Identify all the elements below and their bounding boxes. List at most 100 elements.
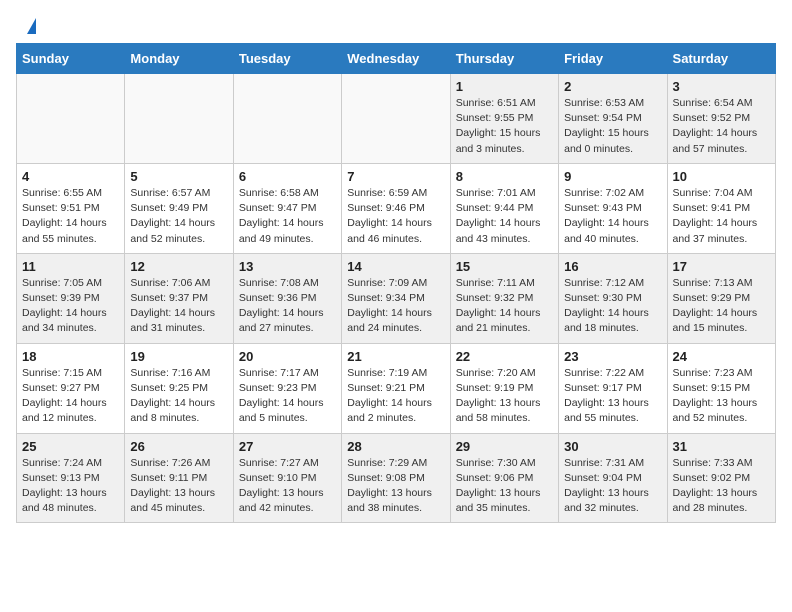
- calendar-cell: 18 Sunrise: 7:15 AM Sunset: 9:27 PM Dayli…: [17, 343, 125, 433]
- day-number: 30: [564, 439, 661, 454]
- day-number: 5: [130, 169, 227, 184]
- calendar-cell: 8 Sunrise: 7:01 AM Sunset: 9:44 PM Daylig…: [450, 163, 558, 253]
- calendar-cell: 25 Sunrise: 7:24 AM Sunset: 9:13 PM Dayli…: [17, 433, 125, 523]
- day-number: 8: [456, 169, 553, 184]
- weekday-friday: Friday: [559, 44, 667, 74]
- calendar-cell: 30 Sunrise: 7:31 AM Sunset: 9:04 PM Dayli…: [559, 433, 667, 523]
- calendar-week-row: 11 Sunrise: 7:05 AM Sunset: 9:39 PM Dayli…: [17, 253, 776, 343]
- calendar-container: SundayMondayTuesdayWednesdayThursdayFrid…: [0, 43, 792, 539]
- day-info: Sunrise: 7:19 AM Sunset: 9:21 PM Dayligh…: [347, 366, 444, 427]
- day-number: 14: [347, 259, 444, 274]
- day-info: Sunrise: 7:30 AM Sunset: 9:06 PM Dayligh…: [456, 456, 553, 517]
- calendar-cell: 28 Sunrise: 7:29 AM Sunset: 9:08 PM Dayli…: [342, 433, 450, 523]
- day-number: 22: [456, 349, 553, 364]
- day-info: Sunrise: 6:53 AM Sunset: 9:54 PM Dayligh…: [564, 96, 661, 157]
- day-number: 11: [22, 259, 119, 274]
- calendar-cell: [17, 74, 125, 164]
- day-info: Sunrise: 7:29 AM Sunset: 9:08 PM Dayligh…: [347, 456, 444, 517]
- calendar-header: SundayMondayTuesdayWednesdayThursdayFrid…: [17, 44, 776, 74]
- day-info: Sunrise: 7:17 AM Sunset: 9:23 PM Dayligh…: [239, 366, 336, 427]
- calendar-cell: 12Sunrise: 7:06 AM Sunset: 9:37 PM Dayli…: [125, 253, 233, 343]
- day-info: Sunrise: 7:08 AM Sunset: 9:36 PM Dayligh…: [239, 276, 336, 337]
- day-number: 31: [673, 439, 770, 454]
- day-number: 18: [22, 349, 119, 364]
- day-info: Sunrise: 6:59 AM Sunset: 9:46 PM Dayligh…: [347, 186, 444, 247]
- day-number: 16: [564, 259, 661, 274]
- day-info: Sunrise: 7:15 AM Sunset: 9:27 PM Dayligh…: [22, 366, 119, 427]
- calendar-cell: 1 Sunrise: 6:51 AM Sunset: 9:55 PM Daylig…: [450, 74, 558, 164]
- day-info: Sunrise: 7:05 AM Sunset: 9:39 PM Dayligh…: [22, 276, 119, 337]
- day-info: Sunrise: 7:26 AM Sunset: 9:11 PM Dayligh…: [130, 456, 227, 517]
- day-number: 2: [564, 79, 661, 94]
- day-number: 28: [347, 439, 444, 454]
- day-number: 29: [456, 439, 553, 454]
- day-info: Sunrise: 6:54 AM Sunset: 9:52 PM Dayligh…: [673, 96, 770, 157]
- day-number: 21: [347, 349, 444, 364]
- page-header: [0, 0, 792, 43]
- day-number: 9: [564, 169, 661, 184]
- calendar-cell: 14Sunrise: 7:09 AM Sunset: 9:34 PM Dayli…: [342, 253, 450, 343]
- calendar-cell: 19 Sunrise: 7:16 AM Sunset: 9:25 PM Dayli…: [125, 343, 233, 433]
- day-number: 3: [673, 79, 770, 94]
- logo-triangle-icon: [27, 18, 36, 34]
- day-info: Sunrise: 7:23 AM Sunset: 9:15 PM Dayligh…: [673, 366, 770, 427]
- day-info: Sunrise: 7:22 AM Sunset: 9:17 PM Dayligh…: [564, 366, 661, 427]
- calendar-cell: 21 Sunrise: 7:19 AM Sunset: 9:21 PM Dayli…: [342, 343, 450, 433]
- weekday-monday: Monday: [125, 44, 233, 74]
- logo: [24, 18, 36, 33]
- day-number: 24: [673, 349, 770, 364]
- day-info: Sunrise: 7:33 AM Sunset: 9:02 PM Dayligh…: [673, 456, 770, 517]
- day-info: Sunrise: 7:16 AM Sunset: 9:25 PM Dayligh…: [130, 366, 227, 427]
- weekday-saturday: Saturday: [667, 44, 775, 74]
- day-info: Sunrise: 7:11 AM Sunset: 9:32 PM Dayligh…: [456, 276, 553, 337]
- calendar-cell: 23Sunrise: 7:22 AM Sunset: 9:17 PM Dayli…: [559, 343, 667, 433]
- calendar-cell: 24 Sunrise: 7:23 AM Sunset: 9:15 PM Dayli…: [667, 343, 775, 433]
- day-number: 25: [22, 439, 119, 454]
- calendar-cell: 15 Sunrise: 7:11 AM Sunset: 9:32 PM Dayli…: [450, 253, 558, 343]
- day-number: 15: [456, 259, 553, 274]
- day-number: 27: [239, 439, 336, 454]
- calendar-table: SundayMondayTuesdayWednesdayThursdayFrid…: [16, 43, 776, 523]
- calendar-cell: 3 Sunrise: 6:54 AM Sunset: 9:52 PM Daylig…: [667, 74, 775, 164]
- day-info: Sunrise: 6:51 AM Sunset: 9:55 PM Dayligh…: [456, 96, 553, 157]
- calendar-cell: 5 Sunrise: 6:57 AM Sunset: 9:49 PM Daylig…: [125, 163, 233, 253]
- day-number: 20: [239, 349, 336, 364]
- day-number: 7: [347, 169, 444, 184]
- calendar-cell: 9 Sunrise: 7:02 AM Sunset: 9:43 PM Daylig…: [559, 163, 667, 253]
- day-info: Sunrise: 7:27 AM Sunset: 9:10 PM Dayligh…: [239, 456, 336, 517]
- day-info: Sunrise: 7:12 AM Sunset: 9:30 PM Dayligh…: [564, 276, 661, 337]
- calendar-cell: 13 Sunrise: 7:08 AM Sunset: 9:36 PM Dayli…: [233, 253, 341, 343]
- day-info: Sunrise: 6:55 AM Sunset: 9:51 PM Dayligh…: [22, 186, 119, 247]
- day-number: 13: [239, 259, 336, 274]
- day-info: Sunrise: 7:13 AM Sunset: 9:29 PM Dayligh…: [673, 276, 770, 337]
- calendar-cell: 17Sunrise: 7:13 AM Sunset: 9:29 PM Dayli…: [667, 253, 775, 343]
- calendar-week-row: 18 Sunrise: 7:15 AM Sunset: 9:27 PM Dayli…: [17, 343, 776, 433]
- day-info: Sunrise: 6:58 AM Sunset: 9:47 PM Dayligh…: [239, 186, 336, 247]
- calendar-cell: 16 Sunrise: 7:12 AM Sunset: 9:30 PM Dayli…: [559, 253, 667, 343]
- calendar-cell: [233, 74, 341, 164]
- calendar-cell: 26 Sunrise: 7:26 AM Sunset: 9:11 PM Dayli…: [125, 433, 233, 523]
- calendar-cell: 11 Sunrise: 7:05 AM Sunset: 9:39 PM Dayli…: [17, 253, 125, 343]
- calendar-cell: 2 Sunrise: 6:53 AM Sunset: 9:54 PM Daylig…: [559, 74, 667, 164]
- calendar-cell: 27 Sunrise: 7:27 AM Sunset: 9:10 PM Dayli…: [233, 433, 341, 523]
- calendar-cell: 7 Sunrise: 6:59 AM Sunset: 9:46 PM Daylig…: [342, 163, 450, 253]
- day-number: 10: [673, 169, 770, 184]
- day-info: Sunrise: 6:57 AM Sunset: 9:49 PM Dayligh…: [130, 186, 227, 247]
- day-info: Sunrise: 7:01 AM Sunset: 9:44 PM Dayligh…: [456, 186, 553, 247]
- calendar-cell: 22Sunrise: 7:20 AM Sunset: 9:19 PM Dayli…: [450, 343, 558, 433]
- calendar-week-row: 25 Sunrise: 7:24 AM Sunset: 9:13 PM Dayli…: [17, 433, 776, 523]
- day-number: 6: [239, 169, 336, 184]
- calendar-cell: 10 Sunrise: 7:04 AM Sunset: 9:41 PM Dayli…: [667, 163, 775, 253]
- calendar-body: 1 Sunrise: 6:51 AM Sunset: 9:55 PM Daylig…: [17, 74, 776, 523]
- day-info: Sunrise: 7:24 AM Sunset: 9:13 PM Dayligh…: [22, 456, 119, 517]
- weekday-sunday: Sunday: [17, 44, 125, 74]
- day-info: Sunrise: 7:02 AM Sunset: 9:43 PM Dayligh…: [564, 186, 661, 247]
- calendar-cell: 4Sunrise: 6:55 AM Sunset: 9:51 PM Daylig…: [17, 163, 125, 253]
- day-number: 19: [130, 349, 227, 364]
- calendar-cell: [342, 74, 450, 164]
- day-info: Sunrise: 7:04 AM Sunset: 9:41 PM Dayligh…: [673, 186, 770, 247]
- day-info: Sunrise: 7:31 AM Sunset: 9:04 PM Dayligh…: [564, 456, 661, 517]
- day-number: 26: [130, 439, 227, 454]
- day-number: 1: [456, 79, 553, 94]
- weekday-header-row: SundayMondayTuesdayWednesdayThursdayFrid…: [17, 44, 776, 74]
